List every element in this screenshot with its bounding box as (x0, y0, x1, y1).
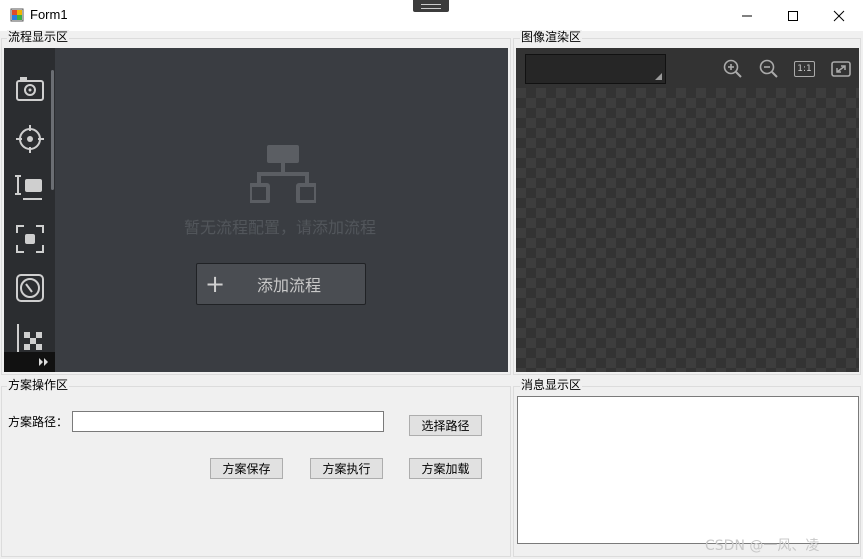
toolbox-footer (4, 352, 55, 372)
expand-arrows-icon[interactable] (39, 358, 49, 366)
close-icon (833, 10, 845, 21)
zoom-in-icon[interactable] (722, 58, 744, 80)
toolbox-scrollbar[interactable] (51, 70, 54, 190)
target-icon[interactable] (14, 123, 46, 155)
render-section-title: 图像渲染区 (520, 30, 583, 44)
maximize-button[interactable] (770, 0, 816, 31)
image-source-select[interactable] (525, 54, 666, 84)
flow-section-title: 流程显示区 (7, 30, 70, 44)
empty-flow-message: 暂无流程配置，请添加流程 (183, 218, 376, 237)
maximize-icon (788, 10, 798, 21)
fit-icon[interactable] (830, 58, 852, 80)
path-input[interactable] (72, 411, 384, 432)
execute-scheme-button[interactable]: 方案执行 (310, 458, 383, 479)
path-label: 方案路径： (8, 415, 69, 429)
image-canvas[interactable] (516, 88, 859, 372)
flow-canvas[interactable] (4, 48, 508, 372)
window-title: Form1 (30, 7, 68, 22)
load-scheme-button[interactable]: 方案加载 (409, 458, 482, 479)
actual-size-icon[interactable]: 1:1 (794, 61, 815, 77)
zoom-out-icon[interactable] (758, 58, 780, 80)
save-scheme-button[interactable]: 方案保存 (210, 458, 283, 479)
message-textbox[interactable] (517, 396, 859, 544)
app-icon (10, 8, 24, 22)
flowchart-icon (250, 145, 316, 203)
add-flow-button[interactable]: + 添加流程 (196, 263, 366, 305)
plus-icon: + (204, 270, 226, 298)
add-flow-label: 添加流程 (256, 276, 321, 295)
measure-icon[interactable] (14, 172, 46, 204)
focus-frame-icon[interactable] (14, 223, 46, 255)
grid-calibration-icon[interactable] (14, 322, 46, 354)
message-section-title: 消息显示区 (520, 378, 583, 392)
camera-icon[interactable] (14, 73, 46, 105)
minimize-button[interactable] (724, 0, 770, 31)
close-button[interactable] (816, 0, 862, 31)
scheme-section-title: 方案操作区 (7, 378, 70, 392)
minimize-icon (742, 15, 752, 16)
clock-icon[interactable] (14, 272, 46, 304)
drag-handle[interactable] (413, 0, 449, 12)
select-path-button[interactable]: 选择路径 (409, 415, 482, 436)
watermark: CSDN @一风、凌 (705, 538, 820, 554)
